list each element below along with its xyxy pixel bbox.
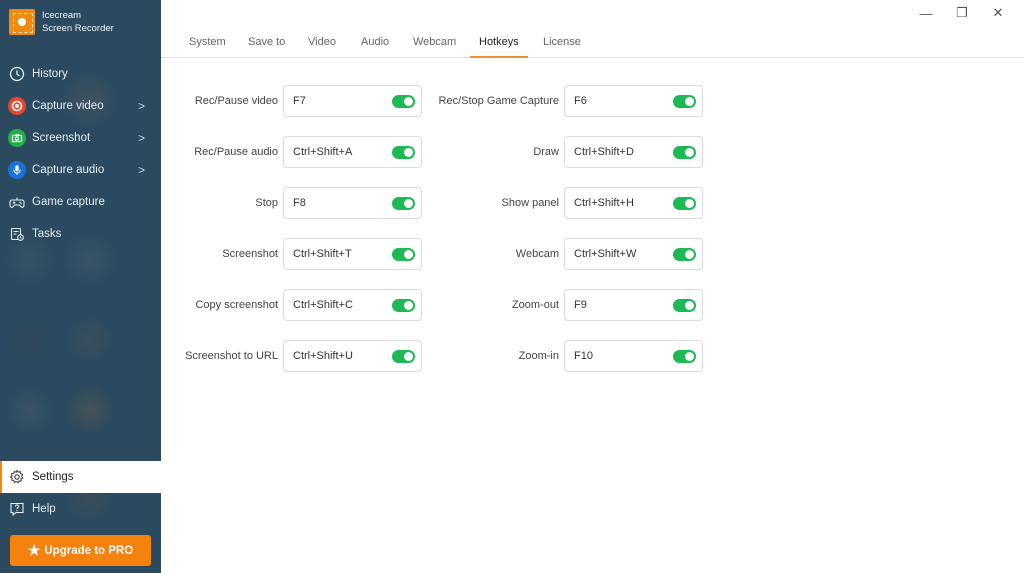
tab-webcam[interactable]: Webcam bbox=[413, 36, 456, 57]
hotkey-row-zoom-in: Zoom-in F10 bbox=[161, 340, 1024, 372]
upgrade-label: Upgrade to PRO bbox=[44, 544, 134, 557]
chevron-right-icon: > bbox=[137, 131, 145, 145]
sidebar-item-screenshot[interactable]: Screenshot > bbox=[0, 122, 161, 154]
sidebar-item-label: Capture audio bbox=[32, 164, 105, 176]
help-icon bbox=[8, 500, 26, 518]
tab-save-to[interactable]: Save to bbox=[248, 36, 285, 57]
sidebar-item-label: History bbox=[32, 68, 68, 80]
sidebar-item-label: Settings bbox=[32, 471, 74, 483]
hotkey-label: Webcam bbox=[515, 248, 559, 260]
hotkey-label: Zoom-out bbox=[511, 299, 559, 311]
upgrade-to-pro-button[interactable]: ★ Upgrade to PRO bbox=[10, 535, 151, 566]
hotkey-value: Ctrl+Shift+D bbox=[574, 146, 634, 158]
hotkey-row-show-panel: Show panel Ctrl+Shift+H bbox=[161, 187, 1024, 219]
hotkey-label: Show panel bbox=[501, 197, 560, 209]
hotkey-row-draw: Draw Ctrl+Shift+D bbox=[161, 136, 1024, 168]
sidebar-item-settings[interactable]: Settings bbox=[0, 461, 161, 493]
restore-button[interactable]: ❐ bbox=[944, 3, 980, 23]
hotkey-toggle-zoom-out[interactable] bbox=[673, 299, 696, 312]
minimize-button[interactable]: — bbox=[908, 3, 944, 23]
hotkey-value: F9 bbox=[574, 299, 587, 311]
hotkey-value: Ctrl+Shift+H bbox=[574, 197, 634, 209]
sidebar-item-label: Help bbox=[32, 503, 56, 515]
sidebar-nav: History Capture video > Screenshot > Cap… bbox=[0, 58, 161, 250]
hotkey-toggle-webcam[interactable] bbox=[673, 248, 696, 261]
app-window: Icecream Screen Recorder History Capture… bbox=[0, 0, 1024, 573]
hotkey-value: F10 bbox=[574, 350, 593, 362]
sidebar: Icecream Screen Recorder History Capture… bbox=[0, 0, 161, 573]
sidebar-bottom-nav: Settings Help bbox=[0, 461, 161, 525]
settings-tabs: System Save to Video Audio Webcam Hotkey… bbox=[161, 31, 1024, 58]
gamepad-icon bbox=[8, 193, 26, 211]
record-icon bbox=[8, 97, 26, 115]
chevron-right-icon: > bbox=[137, 99, 145, 113]
sidebar-item-label: Screenshot bbox=[32, 132, 91, 144]
app-logo-icon bbox=[9, 9, 35, 35]
brand-name: Icecream bbox=[42, 10, 82, 21]
sidebar-item-history[interactable]: History bbox=[0, 58, 161, 90]
gear-icon bbox=[8, 468, 26, 486]
microphone-icon bbox=[8, 161, 26, 179]
close-button[interactable]: ✕ bbox=[980, 3, 1016, 23]
hotkey-toggle-show-panel[interactable] bbox=[673, 197, 696, 210]
sidebar-item-capture-audio[interactable]: Capture audio > bbox=[0, 154, 161, 186]
sidebar-item-help[interactable]: Help bbox=[0, 493, 161, 525]
sidebar-item-game-capture[interactable]: Game capture bbox=[0, 186, 161, 218]
hotkey-input-draw[interactable]: Ctrl+Shift+D bbox=[564, 136, 703, 168]
sidebar-item-label: Tasks bbox=[32, 228, 62, 240]
hotkey-value: Ctrl+Shift+W bbox=[574, 248, 637, 260]
hotkey-value: F6 bbox=[574, 95, 587, 107]
tab-system[interactable]: System bbox=[189, 36, 226, 57]
hotkey-toggle-draw[interactable] bbox=[673, 146, 696, 159]
brand: Icecream Screen Recorder bbox=[9, 9, 114, 35]
tasks-icon bbox=[8, 225, 26, 243]
tab-audio[interactable]: Audio bbox=[361, 36, 389, 57]
brand-product: Screen Recorder bbox=[42, 23, 114, 34]
sidebar-item-capture-video[interactable]: Capture video > bbox=[0, 90, 161, 122]
sidebar-item-tasks[interactable]: Tasks bbox=[0, 218, 161, 250]
hotkey-label: Zoom-in bbox=[518, 350, 559, 362]
hotkey-row-zoom-out: Zoom-out F9 bbox=[161, 289, 1024, 321]
camera-icon bbox=[8, 129, 26, 147]
sidebar-item-label: Capture video bbox=[32, 100, 104, 112]
hotkey-label: Draw bbox=[533, 146, 559, 158]
chevron-right-icon: > bbox=[137, 163, 145, 177]
tab-license[interactable]: License bbox=[543, 36, 581, 57]
hotkey-label: Rec/Stop Game Capture bbox=[438, 95, 559, 107]
hotkey-toggle-zoom-in[interactable] bbox=[673, 350, 696, 363]
tab-hotkeys[interactable]: Hotkeys bbox=[470, 36, 528, 58]
hotkey-input-zoom-out[interactable]: F9 bbox=[564, 289, 703, 321]
sidebar-item-label: Game capture bbox=[32, 196, 105, 208]
clock-icon bbox=[8, 65, 26, 83]
hotkey-row-rec-stop-game-capture: Rec/Stop Game Capture F6 bbox=[161, 85, 1024, 117]
tab-video[interactable]: Video bbox=[308, 36, 336, 57]
star-icon: ★ bbox=[27, 542, 41, 558]
window-controls: — ❐ ✕ bbox=[908, 3, 1016, 23]
hotkey-input-zoom-in[interactable]: F10 bbox=[564, 340, 703, 372]
hotkey-input-webcam[interactable]: Ctrl+Shift+W bbox=[564, 238, 703, 270]
hotkey-row-webcam: Webcam Ctrl+Shift+W bbox=[161, 238, 1024, 270]
settings-panel: — ❐ ✕ System Save to Video Audio Webcam … bbox=[161, 0, 1024, 573]
hotkey-input-show-panel[interactable]: Ctrl+Shift+H bbox=[564, 187, 703, 219]
hotkey-toggle-rec-stop-game-capture[interactable] bbox=[673, 95, 696, 108]
hotkey-input-rec-stop-game-capture[interactable]: F6 bbox=[564, 85, 703, 117]
